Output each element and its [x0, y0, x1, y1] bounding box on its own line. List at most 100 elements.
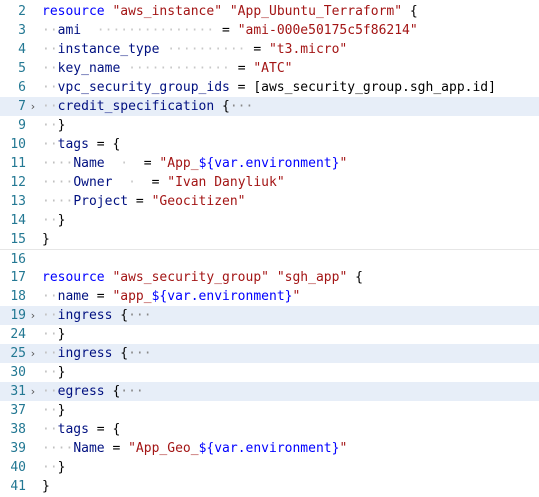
token: } [42, 479, 50, 494]
folded-code-line[interactable]: 19 › ··ingress {··· [0, 306, 539, 325]
code-line[interactable]: 4 ··instance_type ·········· = "t3.micro" [0, 40, 539, 59]
token: egress [57, 384, 105, 399]
token: Owner [73, 175, 113, 190]
token: } [57, 327, 66, 342]
token: { [112, 346, 129, 361]
code-line[interactable]: 41} [0, 477, 539, 496]
token: Project [73, 194, 129, 209]
code-line[interactable]: 6 ··vpc_security_group_ids = [aws_securit… [0, 78, 539, 97]
code-text: ··egress {··· [42, 382, 144, 401]
token: ·· [42, 213, 58, 228]
token: ·· [42, 61, 58, 76]
line-number: 5 [18, 61, 26, 76]
code-line[interactable]: 17 resource "aws_security_group" "sgh_app… [0, 268, 539, 287]
fold-chevron-icon[interactable]: › [26, 97, 40, 116]
line-number: 31 [10, 384, 26, 399]
token: ${var.environment} [198, 156, 340, 171]
code-text: resource "aws_instance" "App_Ubuntu_Terr… [42, 2, 418, 21]
code-line[interactable]: 5 ··key_name ············· = "ATC" [0, 59, 539, 78]
token: "App_Ubuntu_Terraform" [229, 4, 403, 19]
token: = [143, 156, 160, 171]
token: ·· [42, 23, 58, 38]
code-line[interactable]: 30 ··} [0, 363, 539, 382]
line-number: 17 [10, 270, 26, 285]
token: ingress [57, 346, 113, 361]
code-text: ··tags = { [42, 420, 120, 439]
token: } [57, 118, 66, 133]
fold-chevron-icon[interactable]: › [26, 306, 40, 325]
code-line[interactable]: 39 ····Name = "App_Geo_${var.environment}… [0, 439, 539, 458]
code-line[interactable]: 10 ··tags = { [0, 135, 539, 154]
token: ·· [42, 308, 58, 323]
code-text: ··name = "app_${var.environment}" [42, 287, 300, 306]
token: · [112, 175, 152, 190]
code-line[interactable]: 3 ··ami ··············· = "ami-000e50175c… [0, 21, 539, 40]
token: = [253, 42, 269, 57]
token: } [42, 232, 50, 247]
code-line[interactable]: 15} [0, 230, 539, 249]
token: "app_ [112, 289, 152, 304]
fold-chevron-icon[interactable]: › [26, 382, 40, 401]
token: "t3.micro" [268, 42, 348, 57]
token: "Ivan Danyliuk" [167, 175, 285, 190]
line-number: 38 [10, 422, 26, 437]
code-text: ··} [42, 116, 65, 135]
token: ·· [42, 327, 58, 342]
token: ·· [42, 365, 58, 380]
token: = [237, 61, 254, 76]
code-text: ··tags = { [42, 135, 120, 154]
token: ·· [42, 80, 58, 95]
token: Name [73, 441, 105, 456]
code-line[interactable]: 24 ··} [0, 325, 539, 344]
code-editor[interactable]: 2 resource "aws_instance" "App_Ubuntu_Ter… [0, 0, 539, 497]
code-line[interactable]: 18 ··name = "app_${var.environment}" [0, 287, 539, 306]
folded-code-line[interactable]: 25 › ··ingress {··· [0, 344, 539, 363]
token: = [aws_security_group.sgh_app.id] [229, 80, 496, 95]
token: " [339, 441, 348, 456]
code-text: ··key_name ············· = "ATC" [42, 59, 292, 78]
line-number: 15 [10, 232, 26, 247]
line-number: 11 [10, 156, 26, 171]
code-line[interactable]: 40 ··} [0, 458, 539, 477]
code-line[interactable]: 9 ··} [0, 116, 539, 135]
code-line[interactable]: 2 resource "aws_instance" "App_Ubuntu_Ter… [0, 2, 539, 21]
line-number: 10 [10, 137, 26, 152]
token: ingress [57, 308, 113, 323]
fold-chevron-icon[interactable]: › [26, 344, 40, 363]
code-line[interactable]: 38 ··tags = { [0, 420, 539, 439]
line-number: 3 [18, 23, 26, 38]
code-line[interactable]: 11 ····Name · = "App_${var.environment}" [0, 154, 539, 173]
token: ·· [42, 384, 58, 399]
token: "sgh_app" [276, 270, 348, 285]
token: ···· [42, 175, 74, 190]
token: ··· [128, 346, 152, 361]
token: "App_Geo_ [128, 441, 199, 456]
token: "App_ [159, 156, 199, 171]
code-text: ··ingress {··· [42, 306, 152, 325]
line-number: 41 [10, 479, 26, 494]
token: { [104, 384, 121, 399]
folded-code-line[interactable]: 7 › ··credit_specification {··· [0, 97, 539, 116]
line-number: 7 [18, 99, 26, 114]
code-line[interactable]: 13 ····Project = "Geocitizen" [0, 192, 539, 211]
token: "ATC" [253, 61, 293, 76]
code-line[interactable]: 37 ··} [0, 401, 539, 420]
code-text: } [42, 477, 50, 496]
code-line[interactable]: 12 ····Owner · = "Ivan Danyliuk" [0, 173, 539, 192]
folded-code-line[interactable]: 31 › ··egress {··· [0, 382, 539, 401]
token: = [88, 289, 113, 304]
token: ·· [42, 289, 58, 304]
token: ··· [229, 99, 254, 114]
code-text: ··} [42, 458, 65, 477]
code-line[interactable]: 14 ··} [0, 211, 539, 230]
code-text: } [42, 230, 50, 249]
token: { [112, 308, 129, 323]
line-number: 39 [10, 441, 26, 456]
token: credit_specification [57, 99, 215, 114]
token: ·· [42, 346, 58, 361]
code-text: ··} [42, 401, 65, 420]
token: ·· [42, 137, 58, 152]
code-line[interactable]: 16 [0, 249, 539, 269]
token: } [57, 213, 66, 228]
